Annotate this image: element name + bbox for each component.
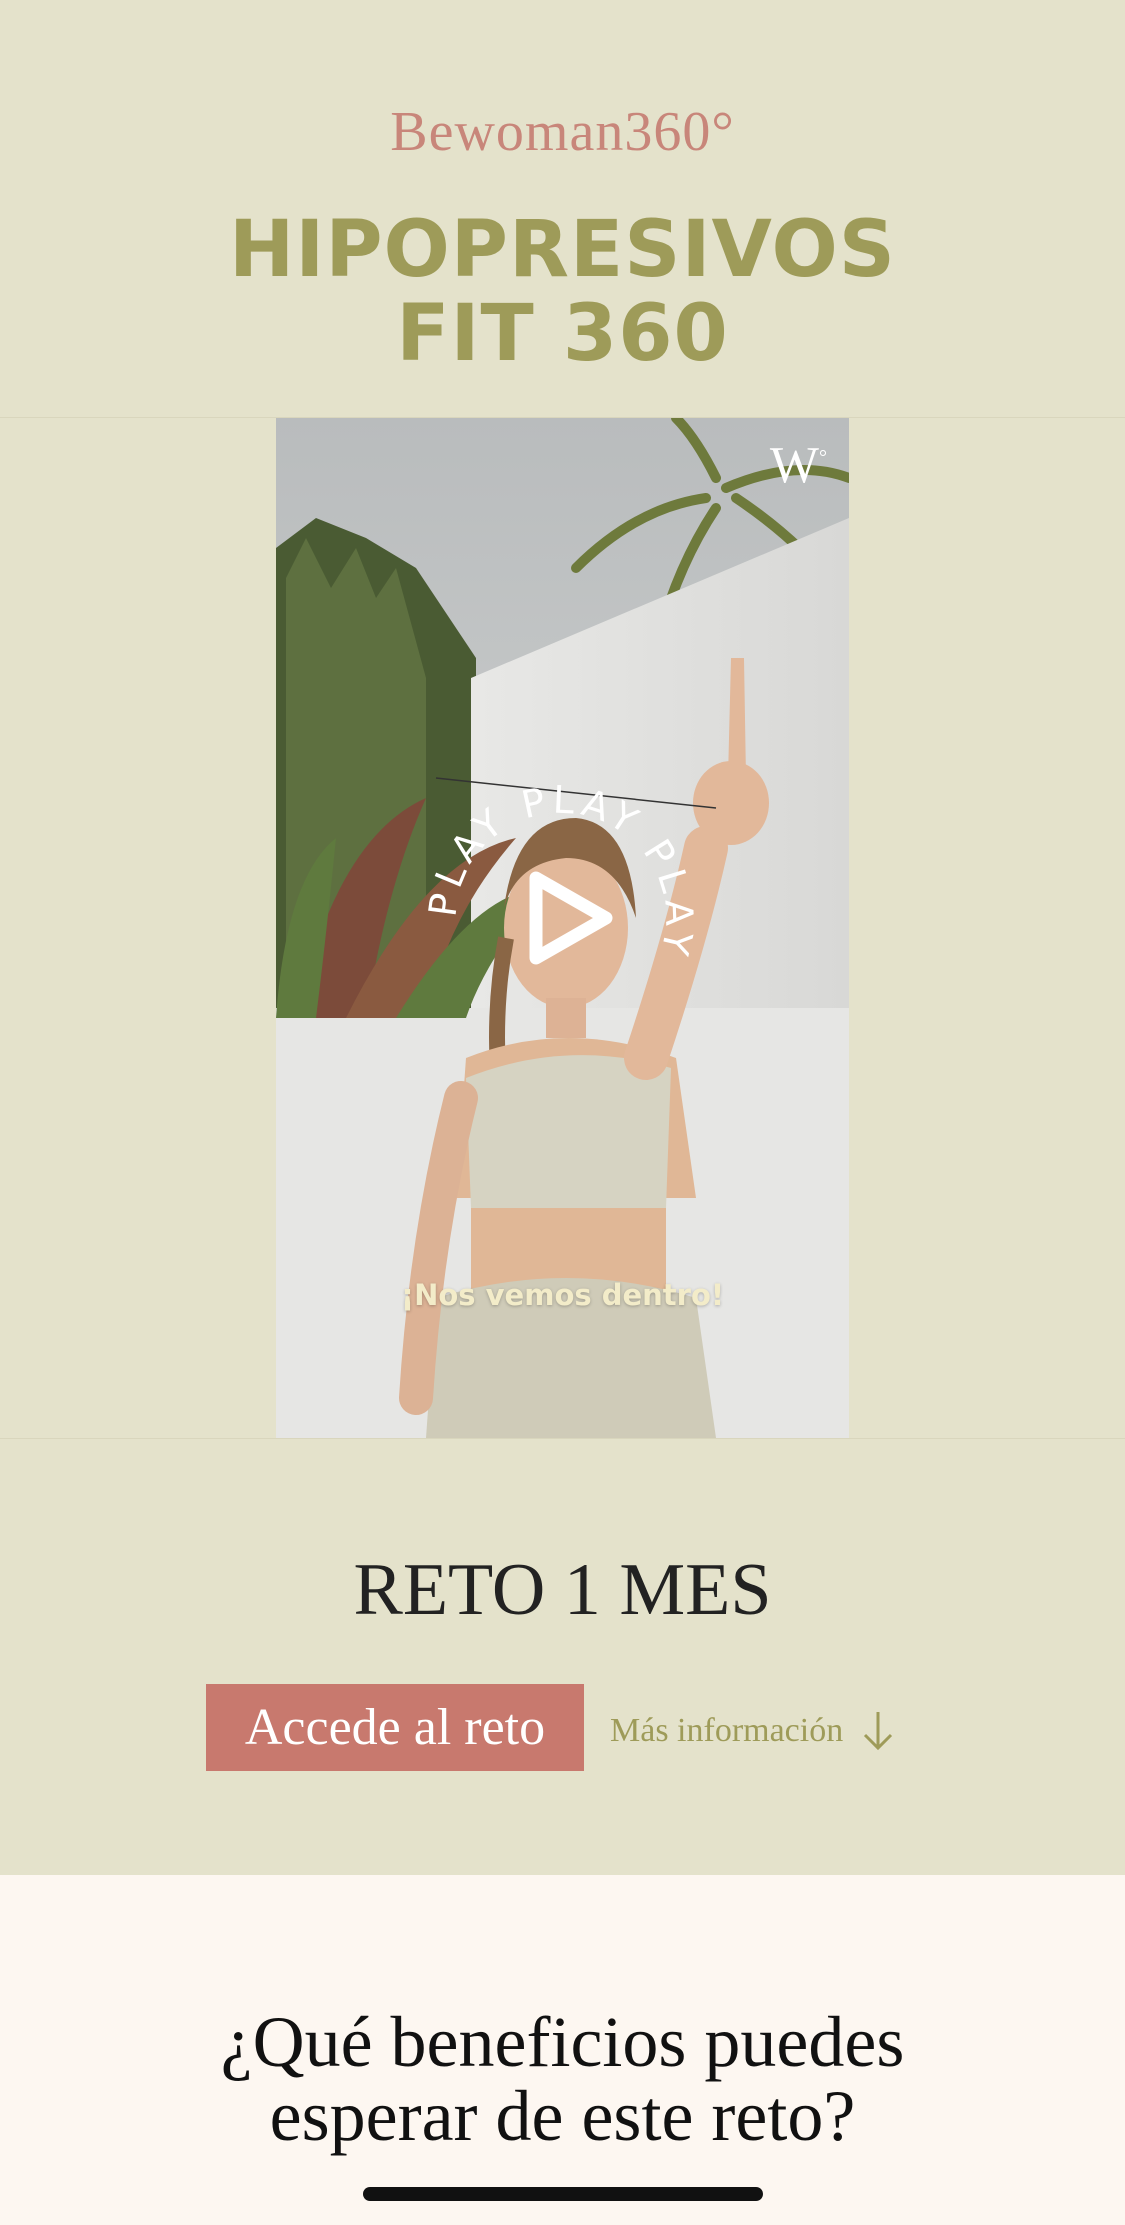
more-info-link[interactable]: Más información: [610, 1706, 895, 1756]
play-icon: [529, 871, 613, 965]
access-challenge-button[interactable]: Accede al reto: [206, 1684, 584, 1771]
play-button[interactable]: PLAY PLAY PLAY: [426, 783, 696, 1053]
divider: [0, 1438, 1125, 1439]
more-info-label: Más información: [610, 1712, 844, 1749]
benefits-section: ¿Qué beneficios puedes esperar de este r…: [0, 1875, 1125, 2225]
hero-section: Bewoman360° HIPOPRESIVOS FIT 360 W° LAY …: [0, 0, 1125, 1875]
video-player[interactable]: W° PLAY PLAY PLAY ¡Nos vemos dentro!: [276, 418, 849, 1438]
page-title-line-2: FIT 360: [396, 289, 729, 379]
reto-title: RETO 1 MES: [353, 1549, 772, 1631]
video-watermark-logo: W°: [769, 437, 827, 494]
home-indicator[interactable]: [363, 2187, 763, 2201]
watermark-letter: W: [769, 437, 819, 494]
page-title: HIPOPRESIVOS FIT 360: [0, 208, 1125, 376]
arrow-down-icon: [864, 1712, 893, 1751]
benefits-heading: ¿Qué beneficios puedes esperar de este r…: [0, 2005, 1125, 2153]
brand-logo[interactable]: Bewoman360°: [0, 100, 1125, 164]
benefits-heading-line-1: ¿Qué beneficios puedes: [220, 2002, 905, 2082]
page-title-line-1: HIPOPRESIVOS: [229, 205, 896, 295]
benefits-heading-line-2: esperar de este reto?: [269, 2076, 856, 2156]
video-caption: ¡Nos vemos dentro!: [400, 1278, 725, 1312]
